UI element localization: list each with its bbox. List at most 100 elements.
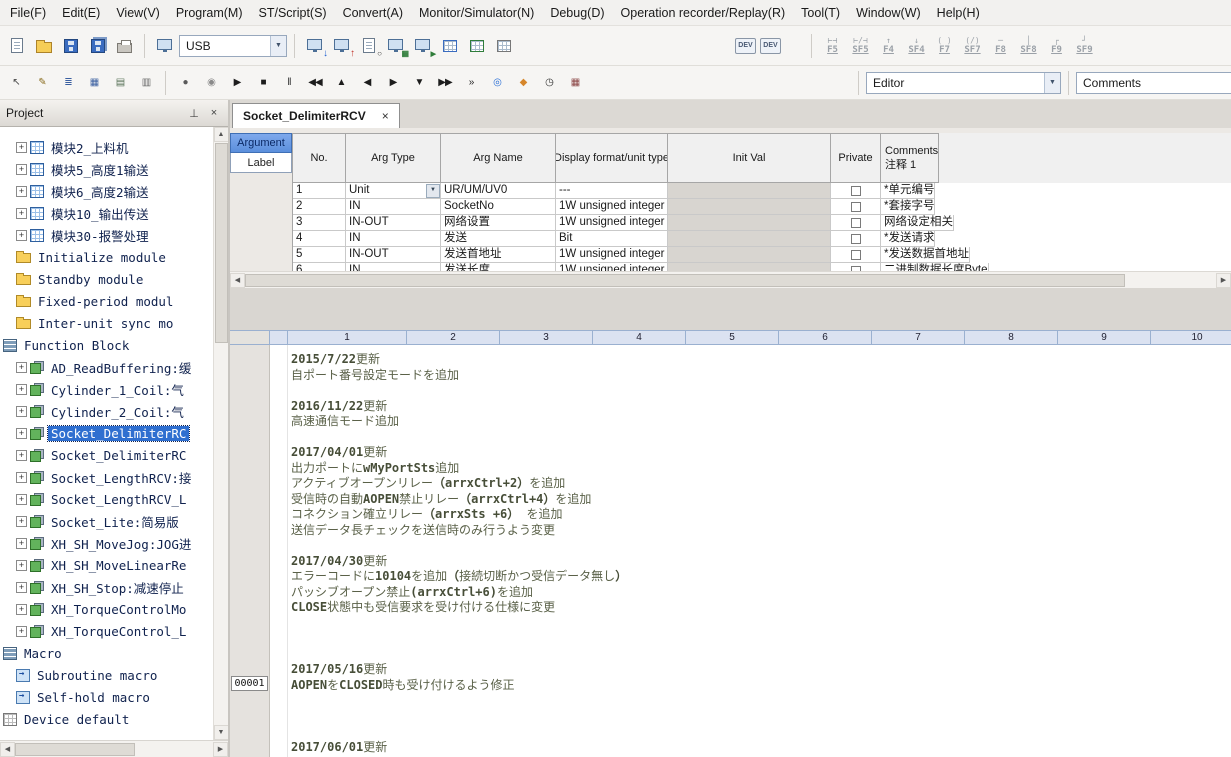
tree-vertical-scrollbar[interactable]: ▲ ▼ (213, 127, 228, 740)
tree-item[interactable]: + Function Block (0, 334, 213, 356)
transfer-from-plc-icon[interactable] (329, 34, 354, 58)
tree-item[interactable]: + XH_SH_MoveJog:JOG进 (0, 532, 213, 554)
expand-toggle-icon[interactable]: + (16, 384, 27, 395)
function-key-button[interactable]: ⊢⊣ F5 (819, 31, 846, 61)
function-key-button[interactable]: ─ F8 (987, 31, 1014, 61)
tree-item[interactable]: + Initialize module (0, 246, 213, 268)
tree-item[interactable]: + Standby module (0, 268, 213, 290)
tree-item[interactable]: + Cylinder_2_Coil:气 (0, 400, 213, 422)
cell-arg-name[interactable]: SocketNo (441, 199, 556, 215)
scroll-right-icon[interactable]: ▶ (1216, 273, 1231, 288)
script-line[interactable]: 2015/7/22更新 (291, 352, 1231, 368)
skip-to-end-icon[interactable]: ▶▶ (433, 72, 457, 94)
tree-item[interactable]: + 模块2_上料机 (0, 136, 213, 158)
pin-icon[interactable]: ⊥ (186, 105, 202, 121)
cell-arg-type[interactable]: IN ▼ (346, 231, 441, 247)
scroll-up-icon[interactable]: ▲ (214, 127, 229, 142)
script-line[interactable] (291, 616, 1231, 632)
menu-item[interactable]: Help(H) (929, 2, 988, 24)
cell-init-val[interactable] (668, 247, 831, 263)
expand-toggle-icon[interactable]: + (16, 142, 27, 153)
play-icon[interactable]: ▶ (225, 72, 249, 94)
unit-editor-icon[interactable] (491, 34, 516, 58)
close-icon[interactable]: × (206, 105, 222, 121)
function-key-button[interactable]: ↑ F4 (875, 31, 902, 61)
script-line[interactable] (291, 430, 1231, 446)
function-key-button[interactable]: ( ) F7 (931, 31, 958, 61)
script-line[interactable] (291, 724, 1231, 740)
menu-item[interactable]: View(V) (108, 2, 168, 24)
cell-private[interactable] (831, 263, 881, 271)
chevron-down-icon[interactable]: ▼ (1044, 73, 1060, 93)
tree-item[interactable]: + Socket_DelimiterRC (0, 444, 213, 466)
scrollbar-thumb[interactable] (215, 143, 228, 343)
script-line[interactable]: パッシブオープン禁止(arrxCtrl+6)を追加 (291, 585, 1231, 601)
tree-item[interactable]: + Self-hold macro (0, 686, 213, 708)
print-icon[interactable] (112, 34, 137, 58)
column-header-display-format[interactable]: Display format/unit type (556, 133, 668, 183)
private-checkbox[interactable] (851, 218, 861, 228)
cell-arg-name[interactable]: 发送长度 (441, 263, 556, 271)
expand-toggle-icon[interactable]: + (16, 450, 27, 461)
dev-badge-2[interactable]: DEV (760, 38, 781, 54)
timer-icon[interactable]: ◷ (537, 72, 561, 94)
cell-private[interactable] (831, 231, 881, 247)
grid-view-icon[interactable]: ▦ (82, 72, 106, 94)
menu-item[interactable]: Program(M) (168, 2, 251, 24)
expand-toggle-icon[interactable]: + (16, 186, 27, 197)
script-column-number[interactable]: 2 (407, 331, 500, 344)
private-checkbox[interactable] (851, 250, 861, 260)
tree-item[interactable]: + Socket_Lite:简易版 (0, 510, 213, 532)
comm-port-combo[interactable]: USB ▼ (179, 35, 287, 57)
tree-item[interactable]: + Inter-unit sync mo (0, 312, 213, 334)
script-line[interactable]: CLOSE状態中も受信要求を受け付ける仕様に変更 (291, 600, 1231, 616)
script-column-number[interactable]: 9 (1058, 331, 1151, 344)
cell-comment[interactable]: *发送请求 (881, 231, 935, 247)
skip-to-start-icon[interactable]: ◀◀ (303, 72, 327, 94)
tab-argument[interactable]: Argument (230, 133, 292, 153)
cell-arg-type[interactable]: IN ▼ (346, 263, 441, 271)
ladder-view-icon[interactable]: ▤ (108, 72, 132, 94)
editor-mode-combo[interactable]: Editor ▼ (866, 72, 1061, 94)
script-line[interactable]: 送信データ長チェックを送信時のみ行うよう変更 (291, 523, 1231, 539)
cell-display-format[interactable]: 1W unsigned integer (556, 247, 668, 263)
step-back-icon[interactable]: ◀ (355, 72, 379, 94)
tab-label[interactable]: Label (230, 153, 292, 173)
cell-arg-type[interactable]: IN-OUT ▼ (346, 215, 441, 231)
expand-toggle-icon[interactable]: + (16, 582, 27, 593)
dev-badge-1[interactable]: DEV (735, 38, 756, 54)
tree-item[interactable]: + 模块30-报警处理 (0, 224, 213, 246)
scroll-down-icon[interactable]: ▼ (214, 725, 229, 740)
column-header-comments[interactable]: Comments 注释 1 (881, 133, 939, 183)
script-line[interactable]: 受信時の自動AOPEN禁止リレー（arrxCtrl+4）を追加 (291, 492, 1231, 508)
script-line[interactable]: 2017/06/01更新 (291, 740, 1231, 756)
cell-comment[interactable]: 网络设定相关 (881, 215, 954, 231)
tree-item[interactable]: + XH_TorqueControl_L (0, 620, 213, 642)
private-checkbox[interactable] (851, 202, 861, 212)
scrollbar-thumb[interactable] (15, 743, 135, 756)
edit-comment-icon[interactable]: ✎ (30, 72, 54, 94)
argument-horizontal-scrollbar[interactable]: ◀ ▶ (230, 271, 1231, 288)
cell-arg-type[interactable]: IN-OUT ▼ (346, 247, 441, 263)
private-checkbox[interactable] (851, 186, 861, 196)
menu-item[interactable]: Convert(A) (335, 2, 411, 24)
cell-no[interactable]: 4 (293, 231, 346, 247)
tree-horizontal-scrollbar[interactable]: ◀ ▶ (0, 740, 228, 757)
tree-item[interactable]: + Cylinder_1_Coil:气 (0, 378, 213, 400)
script-column-number[interactable]: 1 (288, 331, 407, 344)
tree-item[interactable]: + Socket_DelimiterRC (0, 422, 213, 444)
cell-init-val[interactable] (668, 183, 831, 199)
expand-toggle-icon[interactable]: + (16, 560, 27, 571)
script-line[interactable] (291, 709, 1231, 725)
scroll-left-icon[interactable]: ◀ (230, 273, 245, 288)
script-text-area[interactable]: 2015/7/22更新自ポート番号設定モードを追加2016/11/22更新高速通… (288, 345, 1231, 757)
tree-item[interactable]: + XH_SH_MoveLinearRe (0, 554, 213, 576)
close-icon[interactable]: × (382, 109, 389, 123)
cell-display-format[interactable]: Bit (556, 231, 668, 247)
tree-item[interactable]: + Fixed-period modul (0, 290, 213, 312)
tree-item[interactable]: + XH_TorqueControlMo (0, 598, 213, 620)
step-down-icon[interactable]: ▼ (407, 72, 431, 94)
expand-toggle-icon[interactable]: + (16, 472, 27, 483)
function-key-button[interactable]: ↓ SF4 (903, 31, 930, 61)
cell-comment[interactable]: *单元编号 (881, 183, 935, 199)
